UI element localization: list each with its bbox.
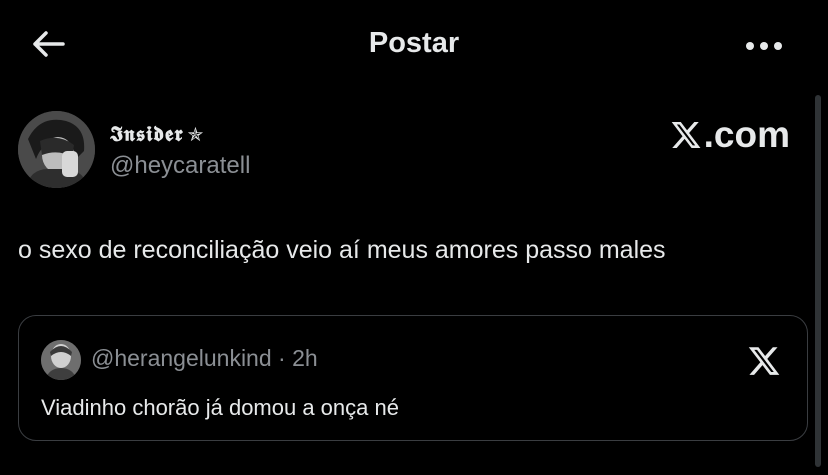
author-name-text: 𝕴𝖓𝖘𝖎𝖉𝖊𝖗 [110,121,184,146]
star-icon: ✯ [187,124,205,146]
meta-separator: · [278,345,286,371]
avatar-image [41,340,81,380]
quoted-post-text: Viadinho chorão já domou a onça né [41,395,399,420]
quoted-post-meta: @herangelunkind · 2h [91,345,318,372]
more-options-button[interactable] [740,26,788,66]
brand-watermark: .com [670,114,790,156]
scrollbar[interactable] [815,95,821,467]
top-bar: Postar [0,0,828,90]
quoted-post-card[interactable]: @herangelunkind · 2h Viadinho chorão já … [18,315,808,441]
x-logo-icon [671,122,701,148]
brand-suffix: .com [703,114,790,155]
quoted-x-logo [747,344,781,383]
x-logo-icon [748,347,780,375]
more-horizontal-icon [746,42,782,50]
quoted-author-handle[interactable]: @herangelunkind [91,345,272,371]
quoted-author-avatar[interactable] [41,340,81,380]
author-display-name[interactable]: 𝕴𝖓𝖘𝖎𝖉𝖊𝖗 ✯ [110,121,204,147]
author-handle[interactable]: @heycaratell [110,152,250,180]
avatar-image [18,111,95,188]
post-text: o sexo de reconciliação veio aí meus amo… [18,236,666,264]
author-avatar[interactable] [18,111,95,188]
page-title: Postar [368,27,460,59]
quoted-post-time: 2h [292,345,318,371]
